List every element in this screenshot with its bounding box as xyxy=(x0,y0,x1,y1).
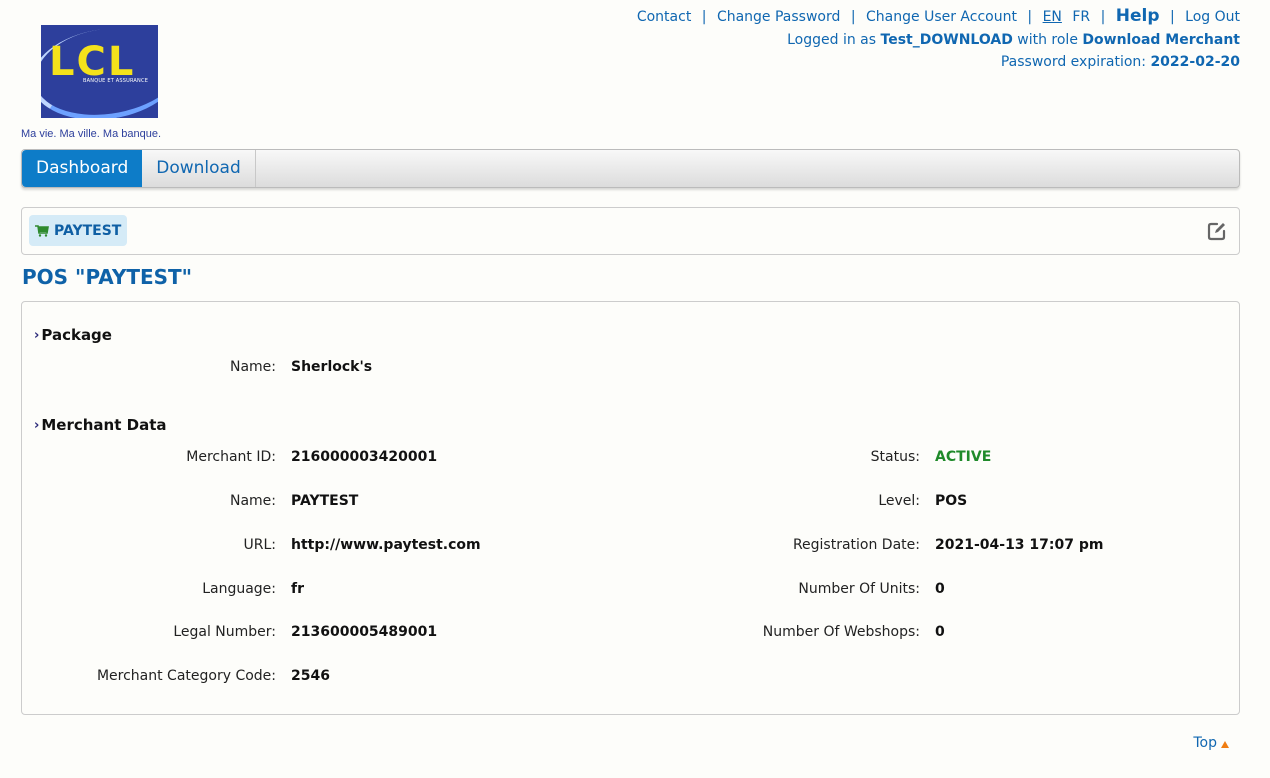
change-user-account-link[interactable]: Change User Account xyxy=(866,9,1017,25)
separator: | xyxy=(1027,9,1033,25)
help-link[interactable]: Help xyxy=(1116,6,1160,26)
field-label: Registration Date: xyxy=(792,537,920,553)
separator: | xyxy=(1100,9,1106,25)
field-value: 2021-04-13 17:07 pm xyxy=(935,537,1104,553)
back-to-top-link[interactable]: Top xyxy=(1193,735,1229,751)
package-heading: Package xyxy=(41,326,112,344)
field-label: Legal Number: xyxy=(173,624,276,640)
contact-link[interactable]: Contact xyxy=(637,9,691,25)
field-value: POS xyxy=(935,493,968,509)
field-label: Number Of Units: xyxy=(798,581,920,597)
separator: | xyxy=(701,9,707,25)
pos-selector-bar: PAYTEST xyxy=(21,207,1240,255)
user-role: Download Merchant xyxy=(1082,32,1240,48)
language-fr-link[interactable]: FR xyxy=(1072,9,1090,25)
page-title: POS "PAYTEST" xyxy=(22,265,193,289)
edit-icon[interactable] xyxy=(1207,221,1227,241)
logo-subtext: BANQUE ET ASSURANCE xyxy=(83,78,149,84)
field-value: 213600005489001 xyxy=(291,624,438,640)
username: Test_DOWNLOAD xyxy=(880,32,1013,48)
pos-chip[interactable]: PAYTEST xyxy=(29,215,128,246)
separator: | xyxy=(850,9,856,25)
field-value: 0 xyxy=(935,581,945,597)
field-value: Sherlock's xyxy=(291,359,373,375)
field-value: fr xyxy=(291,581,304,597)
change-password-link[interactable]: Change Password xyxy=(717,9,840,25)
merchant-data-heading: Merchant Data xyxy=(41,416,167,434)
chevron-right-icon: › xyxy=(34,327,40,343)
field-value: PAYTEST xyxy=(291,493,359,509)
merchant-details-panel: › Package Name: Sherlock's › Merchant Da… xyxy=(21,301,1240,715)
chevron-right-icon: › xyxy=(34,417,40,433)
field-label: Status: xyxy=(870,449,920,465)
separator: | xyxy=(1169,9,1175,25)
header-links: Contact | Change Password | Change User … xyxy=(637,6,1240,26)
pos-chip-label: PAYTEST xyxy=(54,222,122,239)
merchant-data-section-heading[interactable]: › Merchant Data xyxy=(34,416,167,434)
logged-in-info: Logged in as Test_DOWNLOAD with role Dow… xyxy=(787,32,1240,48)
package-section-heading[interactable]: › Package xyxy=(34,326,112,344)
back-to-top-label: Top xyxy=(1193,735,1217,751)
field-label: Name: xyxy=(229,493,276,509)
language-en-link[interactable]: EN xyxy=(1043,9,1062,25)
password-expiration: Password expiration: 2022-02-20 xyxy=(1001,54,1240,70)
field-label: Merchant ID: xyxy=(186,449,276,465)
status-badge: ACTIVE xyxy=(935,449,992,465)
field-label: Number Of Webshops: xyxy=(762,624,920,640)
field-value: 0 xyxy=(935,624,945,640)
role-prefix: with role xyxy=(1017,32,1078,48)
cart-icon xyxy=(35,224,49,237)
password-expiration-label: Password expiration: xyxy=(1000,54,1146,70)
field-label: Level: xyxy=(878,493,920,509)
field-label: URL: xyxy=(243,537,277,553)
logout-link[interactable]: Log Out xyxy=(1185,9,1240,25)
tab-download[interactable]: Download xyxy=(142,150,256,187)
tagline: Ma vie. Ma ville. Ma banque. xyxy=(21,128,162,140)
field-value: 216000003420001 xyxy=(291,449,438,465)
password-expiration-date: 2022-02-20 xyxy=(1150,54,1240,70)
lcl-logo: LCL BANQUE ET ASSURANCE xyxy=(41,25,158,118)
field-label: Merchant Category Code: xyxy=(96,668,276,684)
field-value: 2546 xyxy=(291,668,330,684)
field-label: Language: xyxy=(202,581,276,597)
field-label: Name: xyxy=(229,359,276,375)
main-nav: Dashboard Download xyxy=(21,149,1240,188)
field-value: http://www.paytest.com xyxy=(291,537,481,553)
logged-in-prefix: Logged in as xyxy=(787,32,877,48)
arrow-up-icon xyxy=(1221,741,1229,748)
tab-dashboard[interactable]: Dashboard xyxy=(22,150,143,187)
